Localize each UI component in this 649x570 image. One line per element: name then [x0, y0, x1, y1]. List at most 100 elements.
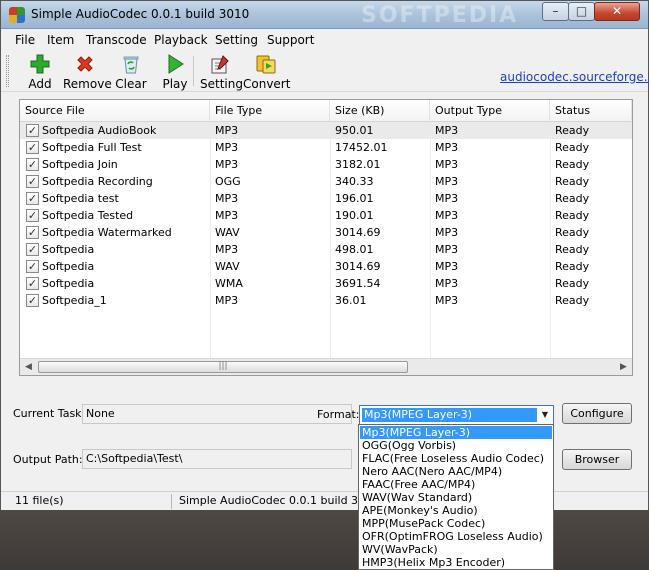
file-count: 11 file(s) — [15, 494, 64, 507]
cell-source-file: Softpedia_1 — [42, 294, 107, 307]
menu-item[interactable]: Item — [47, 33, 74, 47]
cell-size: 3014.69 — [335, 226, 381, 239]
cell-size: 3691.54 — [335, 277, 381, 290]
format-select[interactable]: Mp3(MPEG Layer-3) ▼ — [359, 405, 554, 425]
col-source-file[interactable]: Source File — [20, 100, 210, 122]
table-row[interactable]: ✓ Softpedia_1 MP3 36.01 MP3 Ready — [20, 292, 632, 309]
row-checkbox[interactable]: ✓ — [26, 226, 39, 239]
configure-button[interactable]: Configure — [562, 403, 632, 424]
table-row[interactable]: ✓ Softpedia Full Test MP3 17452.01 MP3 Ready — [20, 139, 632, 156]
menu-support[interactable]: Support — [267, 33, 314, 47]
cell-output-type: MP3 — [435, 294, 459, 307]
horizontal-scrollbar[interactable]: ◀ ||| ▶ — [20, 358, 632, 375]
cell-source-file: Softpedia AudioBook — [42, 124, 157, 137]
table-row[interactable]: ✓ Softpedia WAV 3014.69 MP3 Ready — [20, 258, 632, 275]
table-row[interactable]: ✓ Softpedia Join MP3 3182.01 MP3 Ready — [20, 156, 632, 173]
format-option[interactable]: APE(Monkey's Audio) — [360, 504, 552, 517]
table-row[interactable]: ✓ Softpedia test MP3 196.01 MP3 Ready — [20, 190, 632, 207]
file-list[interactable]: Source File File Type Size (KB) Output T… — [19, 99, 633, 376]
scroll-left-icon[interactable]: ◀ — [20, 359, 37, 375]
cell-size: 950.01 — [335, 124, 374, 137]
cell-output-type: MP3 — [435, 260, 459, 273]
cell-status: Ready — [555, 277, 590, 290]
row-checkbox[interactable]: ✓ — [26, 124, 39, 137]
row-checkbox[interactable]: ✓ — [26, 260, 39, 273]
cell-output-type: MP3 — [435, 175, 459, 188]
maximize-button[interactable]: □ — [568, 2, 595, 21]
menu-file[interactable]: File — [15, 33, 35, 47]
table-row[interactable]: ✓ Softpedia MP3 498.01 MP3 Ready — [20, 241, 632, 258]
row-checkbox[interactable]: ✓ — [26, 192, 39, 205]
setting-button[interactable]: Setting — [200, 53, 243, 91]
format-option[interactable]: OGG(Ogg Vorbis) — [360, 439, 552, 452]
cell-file-type: WAV — [215, 260, 240, 273]
format-option[interactable]: Mp3(MPEG Layer-3) — [360, 426, 552, 439]
row-checkbox[interactable]: ✓ — [26, 294, 39, 307]
plus-icon — [29, 53, 51, 75]
cell-file-type: MP3 — [215, 294, 239, 307]
list-header: Source File File Type Size (KB) Output T… — [20, 100, 632, 122]
row-checkbox[interactable]: ✓ — [26, 158, 39, 171]
format-option[interactable]: FLAC(Free Loseless Audio Codec) — [360, 452, 552, 465]
chevron-down-icon[interactable]: ▼ — [539, 409, 551, 421]
cell-status: Ready — [555, 226, 590, 239]
scroll-right-icon[interactable]: ▶ — [615, 359, 632, 375]
cell-file-type: MP3 — [215, 158, 239, 171]
title-watermark: SOFTPEDIA — [361, 3, 519, 28]
format-option[interactable]: Nero AAC(Nero AAC/MP4) — [360, 465, 552, 478]
format-option[interactable]: HMP3(Helix Mp3 Encoder) — [360, 556, 552, 569]
toolbar-grip[interactable] — [6, 55, 9, 87]
output-path-field[interactable]: C:\Softpedia\Test\ — [82, 449, 352, 469]
menu-playback[interactable]: Playback — [154, 33, 208, 47]
cell-source-file: Softpedia — [42, 260, 95, 273]
row-checkbox[interactable]: ✓ — [26, 243, 39, 256]
format-option[interactable]: WV(WavPack) — [360, 543, 552, 556]
col-output-type[interactable]: Output Type — [430, 100, 550, 122]
col-status[interactable]: Status — [550, 100, 632, 122]
app-logo-icon — [9, 7, 25, 23]
menu-setting[interactable]: Setting — [215, 33, 258, 47]
minimize-button[interactable]: – — [542, 2, 569, 21]
remove-label: Remove — [63, 77, 112, 91]
format-dropdown-list[interactable]: Mp3(MPEG Layer-3) OGG(Ogg Vorbis) FLAC(Fre… — [358, 424, 554, 570]
cell-size: 190.01 — [335, 209, 374, 222]
play-icon — [164, 53, 186, 75]
cell-source-file: Softpedia Tested — [42, 209, 134, 222]
scroll-thumb[interactable]: ||| — [38, 361, 408, 373]
settings-icon — [209, 53, 231, 75]
row-checkbox[interactable]: ✓ — [26, 209, 39, 222]
remove-button[interactable]: Remove — [63, 53, 112, 91]
sourceforge-link[interactable]: audiocodec.sourceforge.net — [500, 70, 649, 84]
menu-transcode[interactable]: Transcode — [86, 33, 147, 47]
cell-size: 17452.01 — [335, 141, 388, 154]
format-option[interactable]: MPP(MusePack Codec) — [360, 517, 552, 530]
format-option[interactable]: OFR(OptimFROG Loseless Audio) — [360, 530, 552, 543]
toolbar: Add Remove Clear Play Setting Convert au… — [1, 50, 649, 92]
browse-button[interactable]: Browser — [562, 449, 632, 470]
title-bar[interactable]: Simple AudioCodec 0.0.1 build 3010 SOFTP… — [1, 1, 648, 29]
format-label: Format: — [317, 408, 360, 421]
clear-button[interactable]: Clear — [115, 53, 147, 91]
toolbar-separator — [193, 56, 194, 86]
close-button[interactable]: ✕ — [594, 2, 640, 21]
format-option[interactable]: FAAC(Free AAC/MP4) — [360, 478, 552, 491]
row-checkbox[interactable]: ✓ — [26, 175, 39, 188]
recycle-bin-icon — [120, 53, 142, 75]
format-option[interactable]: WAV(Wav Standard) — [360, 491, 552, 504]
list-body: ✓ Softpedia AudioBook MP3 950.01 MP3 Ready ✓ So… — [20, 122, 632, 358]
cell-file-type: WMA — [215, 277, 243, 290]
add-button[interactable]: Add — [25, 53, 55, 91]
table-row[interactable]: ✓ Softpedia AudioBook MP3 950.01 MP3 Ready — [20, 122, 632, 139]
cell-file-type: MP3 — [215, 209, 239, 222]
col-size[interactable]: Size (KB) — [330, 100, 430, 122]
table-row[interactable]: ✓ Softpedia Watermarked WAV 3014.69 MP3 Ready — [20, 224, 632, 241]
table-row[interactable]: ✓ Softpedia Recording OGG 340.33 MP3 Ready — [20, 173, 632, 190]
table-row[interactable]: ✓ Softpedia Tested MP3 190.01 MP3 Ready — [20, 207, 632, 224]
row-checkbox[interactable]: ✓ — [26, 277, 39, 290]
cell-file-type: MP3 — [215, 192, 239, 205]
col-file-type[interactable]: File Type — [210, 100, 330, 122]
convert-button[interactable]: Convert — [243, 53, 290, 91]
table-row[interactable]: ✓ Softpedia WMA 3691.54 MP3 Ready — [20, 275, 632, 292]
row-checkbox[interactable]: ✓ — [26, 141, 39, 154]
play-button[interactable]: Play — [161, 53, 189, 91]
